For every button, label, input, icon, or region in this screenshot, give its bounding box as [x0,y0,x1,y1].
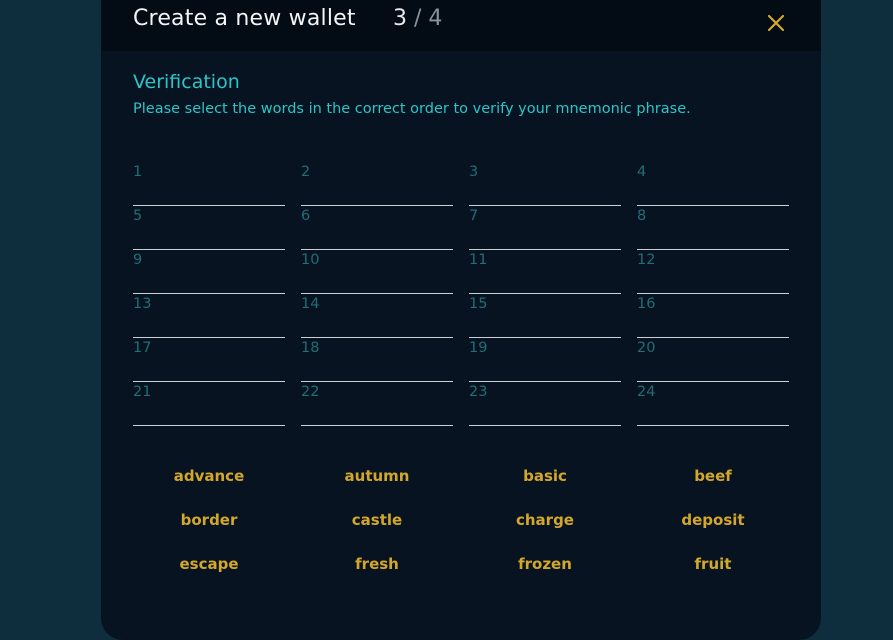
step-separator: / [414,6,422,31]
slot-number: 13 [133,296,152,312]
mnemonic-slot[interactable]: 11 [469,250,621,294]
slot-number: 19 [469,340,488,356]
word-choice-button-clipped[interactable] [637,586,789,630]
mnemonic-slot[interactable]: 22 [301,382,453,426]
close-button[interactable] [766,13,788,35]
slot-number: 9 [133,252,143,268]
slot-number: 10 [301,252,320,268]
word-choice-button-clipped[interactable] [469,586,621,630]
slot-number: 22 [301,384,320,400]
mnemonic-slot[interactable]: 1 [133,162,285,206]
slot-number: 21 [133,384,152,400]
step-total: 4 [428,6,443,31]
slot-number: 5 [133,208,143,224]
word-choice-button-clipped[interactable] [133,586,285,630]
word-choice-button[interactable]: frozen [469,542,621,586]
mnemonic-slot[interactable]: 4 [637,162,789,206]
slot-number: 7 [469,208,479,224]
mnemonic-slot[interactable]: 18 [301,338,453,382]
section-subtitle: Please select the words in the correct o… [133,101,691,117]
section-title: Verification [133,71,240,93]
mnemonic-slot[interactable]: 2 [301,162,453,206]
mnemonic-slot[interactable]: 8 [637,206,789,250]
slot-number: 20 [637,340,656,356]
word-choice-button[interactable]: autumn [301,454,453,498]
slot-number: 15 [469,296,488,312]
mnemonic-slot[interactable]: 19 [469,338,621,382]
mnemonic-slot[interactable]: 12 [637,250,789,294]
slot-number: 1 [133,164,143,180]
slot-number: 18 [301,340,320,356]
mnemonic-slot[interactable]: 16 [637,294,789,338]
slot-number: 4 [637,164,647,180]
slot-number: 3 [469,164,479,180]
mnemonic-slot[interactable]: 9 [133,250,285,294]
mnemonic-slot[interactable]: 24 [637,382,789,426]
slot-underline [301,425,453,426]
modal-header: Create a new wallet 3 / 4 [101,0,821,51]
mnemonic-slot[interactable]: 23 [469,382,621,426]
word-choice-button[interactable]: deposit [637,498,789,542]
mnemonic-slot[interactable]: 10 [301,250,453,294]
slot-number: 17 [133,340,152,356]
slot-number: 12 [637,252,656,268]
mnemonic-slot[interactable]: 20 [637,338,789,382]
mnemonic-slot-grid: 1 2 3 4 5 6 7 8 9 10 11 12 13 14 15 16 17 18 19 20 21 22 23 24 [133,162,789,426]
slot-number: 11 [469,252,488,268]
mnemonic-slot[interactable]: 5 [133,206,285,250]
step-current: 3 [393,6,407,31]
mnemonic-slot[interactable]: 13 [133,294,285,338]
create-wallet-modal: Create a new wallet 3 / 4 Verification P… [101,0,821,640]
word-choice-button-clipped[interactable] [301,586,453,630]
slot-number: 16 [637,296,656,312]
word-choice-button[interactable]: advance [133,454,285,498]
modal-title: Create a new wallet [133,6,356,31]
slot-underline [469,425,621,426]
mnemonic-slot[interactable]: 6 [301,206,453,250]
close-icon [767,14,785,32]
step-indicator: 3 / 4 [393,6,442,31]
slot-number: 14 [301,296,320,312]
word-choice-button[interactable]: charge [469,498,621,542]
mnemonic-slot[interactable]: 14 [301,294,453,338]
modal-body: Verification Please select the words in … [101,71,821,630]
word-choice-button[interactable]: border [133,498,285,542]
mnemonic-slot[interactable]: 21 [133,382,285,426]
word-choice-button[interactable]: castle [301,498,453,542]
word-choice-button[interactable]: beef [637,454,789,498]
slot-number: 24 [637,384,656,400]
slot-number: 23 [469,384,488,400]
slot-number: 2 [301,164,311,180]
mnemonic-slot[interactable]: 15 [469,294,621,338]
slot-number: 8 [637,208,647,224]
word-choice-button[interactable]: basic [469,454,621,498]
slot-underline [133,425,285,426]
slot-underline [637,425,789,426]
mnemonic-slot[interactable]: 7 [469,206,621,250]
mnemonic-slot[interactable]: 17 [133,338,285,382]
word-choice-button[interactable]: escape [133,542,285,586]
word-choice-button[interactable]: fruit [637,542,789,586]
word-choice-button[interactable]: fresh [301,542,453,586]
mnemonic-slot[interactable]: 3 [469,162,621,206]
slot-number: 6 [301,208,311,224]
